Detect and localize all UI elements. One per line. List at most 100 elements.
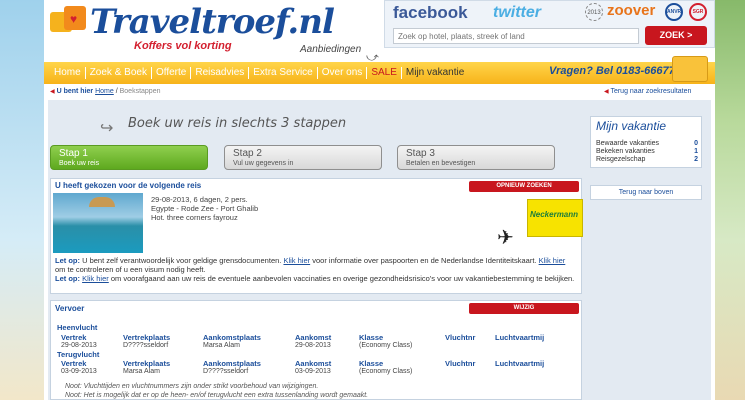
heen-aankomst: 29-08-2013 bbox=[295, 342, 331, 349]
klik-hier-paspoort-link[interactable]: Klik hier bbox=[283, 256, 310, 265]
back-to-top-button[interactable]: Terug naar boven bbox=[590, 185, 702, 200]
mv-row-bekeken[interactable]: Bekeken vakanties 1 bbox=[596, 148, 698, 155]
col-aankomstplaats: Aankomstplaats bbox=[203, 359, 261, 368]
col-vertrekplaats: Vertrekplaats bbox=[123, 359, 171, 368]
breadcrumb: ◀ U bent hier Home / Boekstappen bbox=[50, 88, 161, 95]
terug-aankomst: 03-09-2013 bbox=[295, 368, 331, 375]
sun-badge-icon: 2013 bbox=[585, 3, 603, 21]
travel-notes: Let op: U bent zelf verantwoordelijk voo… bbox=[55, 256, 575, 283]
back-to-results-link[interactable]: ◀ Terug naar zoekresultaten bbox=[604, 88, 691, 95]
mv-row-label: Bekeken vakanties bbox=[596, 148, 655, 155]
background-palm-left bbox=[0, 0, 46, 400]
step-subtitle: Vul uw gegevens in bbox=[233, 160, 294, 167]
trip-destination-line: Egypte - Rode Zee - Port Ghalib bbox=[151, 204, 259, 213]
col-aankomstplaats: Aankomstplaats bbox=[203, 333, 261, 342]
search-button[interactable]: ZOEK > bbox=[645, 26, 707, 45]
note-text: U bent zelf verantwoordelijk voor geldig… bbox=[80, 256, 284, 265]
nav-item-zoek-boek[interactable]: Zoek & Boek bbox=[86, 67, 152, 79]
sgr-badge-icon: SGR bbox=[689, 3, 707, 21]
search-input[interactable] bbox=[393, 28, 639, 44]
tagline: Koffers vol korting bbox=[134, 40, 232, 52]
step-2[interactable]: Stap 2 Vul uw gegevens in bbox=[224, 145, 382, 170]
nav-item-offerte[interactable]: Offerte bbox=[152, 67, 192, 79]
vlucht-note-2: Noot: Het is mogelijk dat er op de heen-… bbox=[65, 392, 369, 399]
suitcase-logo-icon[interactable]: ♥ bbox=[50, 4, 88, 38]
nav-item-extra-service[interactable]: Extra Service bbox=[249, 67, 318, 79]
facebook-link[interactable]: facebook bbox=[393, 3, 468, 23]
mv-row-label: Bewaarde vakanties bbox=[596, 140, 660, 147]
col-vluchtnr: Vluchtnr bbox=[445, 359, 476, 368]
heen-aankomstplaats: Marsa Alam bbox=[203, 342, 240, 349]
col-vluchtnr: Vluchtnr bbox=[445, 333, 476, 342]
mijn-vakantie-box: Mijn vakantie Bewaarde vakanties 0 Bekek… bbox=[590, 116, 702, 168]
note-prefix: Let op: bbox=[55, 256, 80, 265]
note-text: voor informatie over paspoorten en de Ne… bbox=[310, 256, 539, 265]
note-text: om voorafgaand aan uw reis de eventuele … bbox=[108, 274, 575, 283]
site-logo[interactable]: Traveltroef.nl bbox=[90, 2, 335, 42]
heenvlucht-label: Heenvlucht bbox=[57, 323, 98, 332]
terug-klasse: (Economy Class) bbox=[359, 368, 413, 375]
aanbiedingen-link[interactable]: Aanbiedingen bbox=[300, 44, 361, 55]
nav-item-sale[interactable]: SALE bbox=[367, 67, 402, 79]
heen-vertrek: 29-08-2013 bbox=[61, 342, 97, 349]
col-klasse: Klasse bbox=[359, 333, 384, 342]
suitcases-icon bbox=[672, 56, 708, 82]
social-search-bar: facebook twitter 2013 zoover ANVR SGR ZO… bbox=[384, 0, 715, 48]
klik-hier-vaccinatie-link[interactable]: Klik hier bbox=[82, 274, 109, 283]
mv-row-label: Reisgezelschap bbox=[596, 156, 646, 163]
breadcrumb-label: U bent hier bbox=[56, 88, 94, 95]
neckermann-logo: Neckermann bbox=[527, 199, 583, 237]
nav-item-reisadvies[interactable]: Reisadvies bbox=[191, 67, 250, 79]
step-title: Stap 3 bbox=[406, 148, 435, 159]
trip-date-line: 29-08-2013, 6 dagen, 2 pers. bbox=[151, 195, 248, 204]
selection-panel: U heeft gekozen voor de volgende reis OP… bbox=[50, 178, 583, 294]
back-to-results-label: Terug naar zoekresultaten bbox=[610, 88, 692, 95]
hotel-photo bbox=[53, 193, 143, 253]
step-title: Stap 2 bbox=[233, 148, 262, 159]
nav-item-mijn-vakantie[interactable]: Mijn vakantie bbox=[402, 67, 468, 79]
step-subtitle: Betalen en bevestigen bbox=[406, 160, 476, 167]
selection-title: U heeft gekozen voor de volgende reis bbox=[55, 181, 202, 190]
col-aankomst: Aankomst bbox=[295, 333, 332, 342]
step-3[interactable]: Stap 3 Betalen en bevestigen bbox=[397, 145, 555, 170]
operator-name: Neckermann bbox=[530, 210, 579, 219]
heen-klasse: (Economy Class) bbox=[359, 342, 413, 349]
zoover-link[interactable]: zoover bbox=[607, 2, 655, 19]
mv-row-bewaard[interactable]: Bewaarde vakanties 0 bbox=[596, 140, 698, 147]
step-1[interactable]: Stap 1 Boek uw reis bbox=[50, 145, 208, 170]
nav-item-home[interactable]: Home bbox=[50, 67, 86, 79]
step-subtitle: Boek uw reis bbox=[59, 160, 100, 167]
col-aankomst: Aankomst bbox=[295, 359, 332, 368]
nav-item-over-ons[interactable]: Over ons bbox=[318, 67, 368, 79]
trip-info: 29-08-2013, 6 dagen, 2 pers. Egypte - Ro… bbox=[151, 195, 258, 222]
col-luchtvaartmij: Luchtvaartmij bbox=[495, 359, 545, 368]
breadcrumb-current: Boekstappen bbox=[119, 88, 161, 95]
klik-hier-visum-link[interactable]: Klik hier bbox=[539, 256, 566, 265]
curved-arrow-icon: ↪ bbox=[100, 120, 114, 137]
note-documents: Let op: U bent zelf verantwoordelijk voo… bbox=[55, 256, 575, 274]
mv-row-reisgezelschap[interactable]: Reisgezelschap 2 bbox=[596, 156, 698, 163]
arrow-left-icon: ◀ bbox=[604, 89, 609, 95]
terug-vertrek: 03-09-2013 bbox=[61, 368, 97, 375]
note-vaccinations: Let op: Klik hier om voorafgaand aan uw … bbox=[55, 274, 575, 283]
main-nav: Home Zoek & Boek Offerte Reisadvies Extr… bbox=[44, 56, 715, 84]
anvr-badge-icon: ANVR bbox=[665, 3, 683, 21]
mv-row-count: 0 bbox=[694, 140, 698, 147]
wijzig-button[interactable]: WIJZIG bbox=[469, 303, 579, 314]
breadcrumb-home-link[interactable]: Home bbox=[95, 88, 114, 95]
arrow-right-icon: ◀ bbox=[50, 89, 55, 95]
col-luchtvaartmij: Luchtvaartmij bbox=[495, 333, 545, 342]
steps-slogan: Boek uw reis in slechts 3 stappen bbox=[128, 116, 347, 131]
mv-row-count: 2 bbox=[694, 156, 698, 163]
note-text: om te controleren of u een visum nodig h… bbox=[55, 265, 206, 274]
note-prefix: Let op: bbox=[55, 274, 80, 283]
opnieuw-zoeken-button[interactable]: OPNIEUW ZOEKEN bbox=[469, 181, 579, 192]
terugvlucht-label: Terugvlucht bbox=[57, 350, 100, 359]
mijn-vakantie-title: Mijn vakantie bbox=[596, 119, 667, 133]
phone-number: Vragen? Bel 0183-666777 bbox=[549, 65, 681, 77]
twitter-link[interactable]: twitter bbox=[493, 4, 541, 22]
col-vertrek: Vertrek bbox=[61, 333, 87, 342]
vervoer-title: Vervoer bbox=[55, 304, 85, 313]
terug-aankomstplaats: D????sseldorf bbox=[203, 368, 249, 375]
airplane-icon: ✈ bbox=[497, 227, 514, 249]
